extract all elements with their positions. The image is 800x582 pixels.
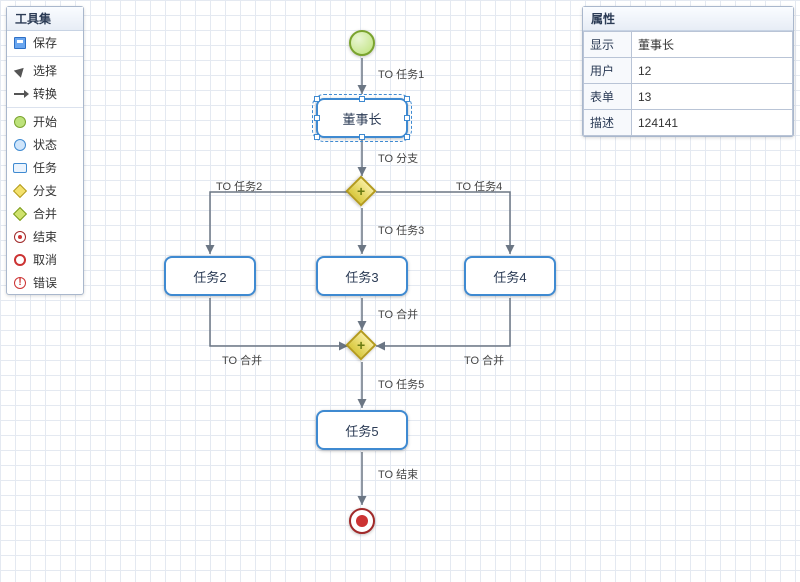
join-gateway[interactable]: + bbox=[345, 329, 376, 360]
tool-error[interactable]: ! 错误 bbox=[7, 271, 83, 294]
tool-error-label: 错误 bbox=[33, 274, 57, 291]
prop-val-desc[interactable]: 124141 bbox=[632, 110, 793, 136]
tool-fork-label: 分支 bbox=[33, 182, 57, 199]
task-icon bbox=[13, 161, 27, 175]
task-label: 任务5 bbox=[345, 421, 378, 440]
properties-table: 显示 董事长 用户 12 表单 13 描述 124141 bbox=[583, 31, 793, 136]
prop-row-form: 表单 13 bbox=[584, 84, 793, 110]
end-icon bbox=[13, 230, 27, 244]
task-node-chairman[interactable]: 董事长 bbox=[316, 98, 408, 138]
tool-state-label: 状态 bbox=[33, 136, 57, 153]
edge-label: TO 结束 bbox=[378, 466, 418, 482]
edge-label: TO 分支 bbox=[378, 150, 418, 166]
tool-save[interactable]: 保存 bbox=[7, 31, 83, 54]
arrow-icon bbox=[13, 87, 27, 101]
resize-handle[interactable] bbox=[404, 115, 410, 121]
tool-select-label: 选择 bbox=[33, 62, 57, 79]
tool-cancel-label: 取消 bbox=[33, 251, 57, 268]
tool-cancel[interactable]: 取消 bbox=[7, 248, 83, 271]
prop-key: 用户 bbox=[584, 58, 632, 84]
tool-state[interactable]: 状态 bbox=[7, 133, 83, 156]
prop-row-desc: 描述 124141 bbox=[584, 110, 793, 136]
tool-join-label: 合并 bbox=[33, 205, 57, 222]
plus-icon: + bbox=[357, 338, 365, 352]
cursor-icon bbox=[13, 64, 27, 78]
tool-select[interactable]: 选择 bbox=[7, 59, 83, 82]
prop-val-form[interactable]: 13 bbox=[632, 84, 793, 110]
edge-label: TO 合并 bbox=[222, 352, 262, 368]
resize-handle[interactable] bbox=[314, 115, 320, 121]
tool-start-label: 开始 bbox=[33, 113, 57, 130]
tool-start[interactable]: 开始 bbox=[7, 110, 83, 133]
tool-join[interactable]: 合并 bbox=[7, 202, 83, 225]
task-label: 董事长 bbox=[342, 109, 381, 128]
resize-handle[interactable] bbox=[314, 134, 320, 140]
prop-row-user: 用户 12 bbox=[584, 58, 793, 84]
tool-task[interactable]: 任务 bbox=[7, 156, 83, 179]
toolbox-divider bbox=[7, 56, 83, 57]
edge-label: TO 合并 bbox=[378, 306, 418, 322]
task-label: 任务3 bbox=[345, 267, 378, 286]
resize-handle[interactable] bbox=[359, 134, 365, 140]
tool-task-label: 任务 bbox=[33, 159, 57, 176]
edge-label: TO 任务3 bbox=[378, 222, 424, 238]
resize-handle[interactable] bbox=[404, 134, 410, 140]
prop-val-user[interactable]: 12 bbox=[632, 58, 793, 84]
prop-row-display: 显示 董事长 bbox=[584, 32, 793, 58]
edge-label: TO 任务2 bbox=[216, 178, 262, 194]
tool-transition[interactable]: 转换 bbox=[7, 82, 83, 105]
tool-fork[interactable]: 分支 bbox=[7, 179, 83, 202]
state-icon bbox=[13, 138, 27, 152]
toolbox-divider bbox=[7, 107, 83, 108]
tool-end-label: 结束 bbox=[33, 228, 57, 245]
prop-key: 描述 bbox=[584, 110, 632, 136]
properties-title: 属性 bbox=[583, 7, 793, 31]
resize-handle[interactable] bbox=[404, 96, 410, 102]
end-node[interactable] bbox=[349, 508, 375, 534]
prop-key: 显示 bbox=[584, 32, 632, 58]
diagram-canvas[interactable]: 工具集 保存 选择 转换 开始 状态 任务 分支 bbox=[0, 0, 800, 582]
task-label: 任务2 bbox=[193, 267, 226, 286]
plus-icon: + bbox=[357, 184, 365, 198]
task-label: 任务4 bbox=[493, 267, 526, 286]
error-icon: ! bbox=[13, 276, 27, 290]
toolbox-panel: 工具集 保存 选择 转换 开始 状态 任务 分支 bbox=[6, 6, 84, 295]
prop-val-display[interactable]: 董事长 bbox=[632, 32, 793, 58]
properties-panel: 属性 显示 董事长 用户 12 表单 13 描述 124141 bbox=[582, 6, 794, 137]
toolbox-title: 工具集 bbox=[7, 7, 83, 31]
task-node-task2[interactable]: 任务2 bbox=[164, 256, 256, 296]
edge-label: TO 任务1 bbox=[378, 66, 424, 82]
edge-label: TO 合并 bbox=[464, 352, 504, 368]
edge-label: TO 任务4 bbox=[456, 178, 502, 194]
tool-save-label: 保存 bbox=[33, 34, 57, 51]
task-node-task4[interactable]: 任务4 bbox=[464, 256, 556, 296]
save-icon bbox=[13, 36, 27, 50]
resize-handle[interactable] bbox=[314, 96, 320, 102]
resize-handle[interactable] bbox=[359, 96, 365, 102]
fork-icon bbox=[13, 184, 27, 198]
fork-gateway[interactable]: + bbox=[345, 175, 376, 206]
start-node[interactable] bbox=[349, 30, 375, 56]
task-node-task3[interactable]: 任务3 bbox=[316, 256, 408, 296]
cancel-icon bbox=[13, 253, 27, 267]
prop-key: 表单 bbox=[584, 84, 632, 110]
edge-label: TO 任务5 bbox=[378, 376, 424, 392]
tool-transition-label: 转换 bbox=[33, 85, 57, 102]
task-node-task5[interactable]: 任务5 bbox=[316, 410, 408, 450]
start-icon bbox=[13, 115, 27, 129]
tool-end[interactable]: 结束 bbox=[7, 225, 83, 248]
join-icon bbox=[13, 207, 27, 221]
